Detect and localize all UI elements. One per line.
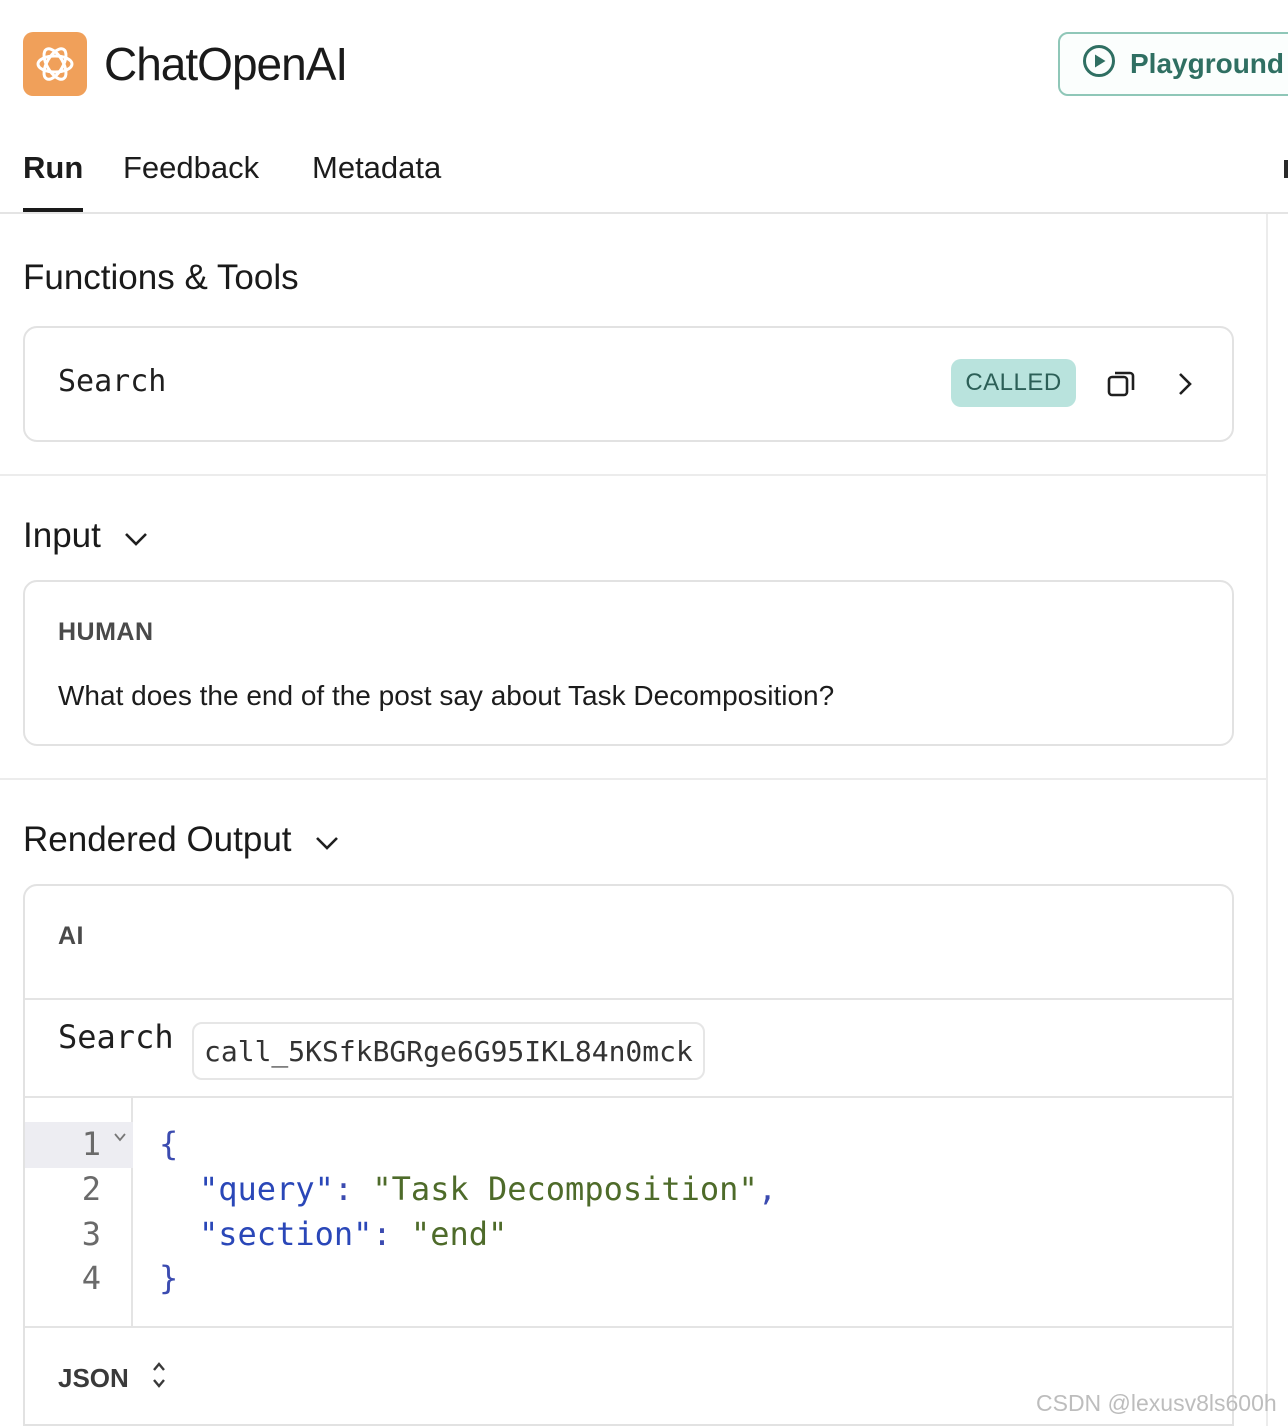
code-open-brace: { bbox=[159, 1125, 179, 1163]
tool-card[interactable]: Search CALLED bbox=[23, 326, 1234, 442]
json-key: "section" bbox=[199, 1215, 373, 1253]
playground-button[interactable]: Playground bbox=[1058, 32, 1288, 96]
code-line: { bbox=[159, 1122, 178, 1166]
tool-name: Search bbox=[58, 364, 167, 399]
status-badge: CALLED bbox=[951, 359, 1076, 407]
code-close-brace: } bbox=[159, 1259, 179, 1297]
playground-label: Playground bbox=[1130, 48, 1285, 79]
json-string: "end" bbox=[410, 1215, 508, 1253]
line-number: 3 bbox=[81, 1215, 101, 1253]
tab-bar: Run Feedback Metadata bbox=[0, 140, 1288, 214]
copy-icon[interactable] bbox=[1101, 364, 1141, 404]
json-colon: : bbox=[372, 1215, 411, 1253]
functions-tools-title: Functions & Tools bbox=[23, 258, 299, 297]
message-role: HUMAN bbox=[58, 618, 154, 646]
line-number: 2 bbox=[81, 1170, 101, 1208]
row-divider bbox=[25, 998, 1232, 1000]
line-number: 4 bbox=[81, 1259, 101, 1297]
json-colon: : bbox=[333, 1170, 373, 1208]
format-select[interactable]: JSON bbox=[58, 1360, 167, 1397]
tool-call-id[interactable]: call_5KSfkBGRge6G95IKL84n0mck bbox=[192, 1022, 705, 1080]
play-circle-icon bbox=[1082, 44, 1116, 85]
json-string: "Task Decomposition" bbox=[372, 1170, 758, 1208]
fold-chevron-icon[interactable] bbox=[113, 1126, 127, 1147]
json-comma: , bbox=[757, 1170, 777, 1208]
rendered-output-heading[interactable]: Rendered Output bbox=[23, 818, 340, 862]
line-number-gutter: 1 2 3 4 bbox=[25, 1098, 133, 1326]
app-title: ChatOpenAI bbox=[104, 38, 348, 90]
input-message-card: HUMAN What does the end of the post say … bbox=[23, 580, 1234, 746]
rendered-output-title: Rendered Output bbox=[23, 820, 292, 859]
code-line: "section": "end" bbox=[199, 1212, 507, 1256]
functions-tools-heading: Functions & Tools bbox=[23, 256, 299, 300]
input-title: Input bbox=[23, 516, 101, 555]
code-editor[interactable]: 1 2 3 4 { "query": "Task Decomposition",… bbox=[25, 1098, 1232, 1326]
message-role: AI bbox=[58, 922, 84, 950]
input-heading[interactable]: Input bbox=[23, 514, 149, 558]
code-line: } bbox=[159, 1256, 178, 1300]
section-divider bbox=[0, 474, 1266, 476]
message-text: What does the end of the post say about … bbox=[58, 680, 835, 711]
json-key: "query" bbox=[199, 1170, 334, 1208]
output-message-card: AI Search call_5KSfkBGRge6G95IKL84n0mck … bbox=[23, 884, 1234, 1426]
tab-feedback[interactable]: Feedback bbox=[123, 148, 259, 188]
format-label: JSON bbox=[58, 1363, 129, 1393]
section-divider bbox=[0, 778, 1266, 780]
panel-edge-marker bbox=[1284, 160, 1288, 178]
openai-logo-icon bbox=[23, 32, 87, 96]
active-tab-indicator bbox=[23, 208, 83, 212]
chevron-right-icon[interactable] bbox=[1165, 364, 1205, 404]
tool-call-name: Search bbox=[58, 1018, 174, 1056]
tab-metadata[interactable]: Metadata bbox=[312, 148, 441, 188]
panel-right-border bbox=[1266, 214, 1268, 1426]
watermark: CSDN @lexusv8ls600h bbox=[1036, 1390, 1277, 1416]
line-number: 1 bbox=[81, 1125, 101, 1163]
chevron-down-icon bbox=[314, 818, 340, 862]
app-header: ChatOpenAI Playground bbox=[0, 0, 1288, 130]
tab-run[interactable]: Run bbox=[23, 148, 83, 188]
chevron-up-down-icon bbox=[151, 1360, 167, 1397]
chevron-down-icon bbox=[123, 514, 149, 558]
code-line: "query": "Task Decomposition", bbox=[199, 1167, 777, 1211]
